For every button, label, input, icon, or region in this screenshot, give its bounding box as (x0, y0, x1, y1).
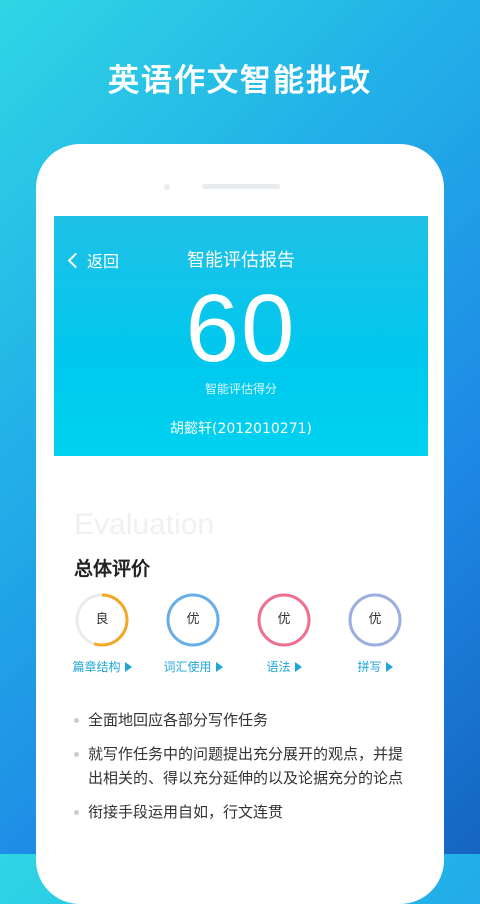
rating-label: 篇章结构 (72, 660, 121, 674)
rating-grade: 优 (186, 612, 200, 627)
bullet-item: 全面地回应各部分写作任务 (72, 708, 412, 732)
app-screen: 返回 智能评估报告 60 智能评估得分 胡懿轩(2012010271) Eval… (54, 216, 428, 856)
rating-ring: 优 (165, 592, 221, 648)
rating-link[interactable]: 拼写 (335, 658, 415, 675)
play-arrow-icon (215, 662, 223, 672)
rating-link[interactable]: 语法 (244, 658, 324, 675)
student-name: 胡懿轩(2012010271) (170, 421, 312, 437)
score-label: 智能评估得分 (204, 382, 277, 396)
rating-label: 拼写 (357, 660, 382, 674)
rating-structure[interactable]: 良 篇章结构 (62, 592, 142, 675)
rating-ring: 优 (256, 592, 312, 648)
rating-ring: 良 (74, 592, 130, 648)
report-header: 返回 智能评估报告 60 智能评估得分 胡懿轩(2012010271) (54, 216, 428, 456)
phone-speaker (202, 184, 280, 189)
rating-vocabulary[interactable]: 优 词汇使用 (153, 592, 233, 675)
camera-dot (164, 184, 170, 190)
rating-ring: 优 (347, 592, 403, 648)
play-arrow-icon (385, 662, 393, 672)
play-arrow-icon (294, 662, 302, 672)
rating-spelling[interactable]: 优 拼写 (335, 592, 415, 675)
rating-link[interactable]: 篇章结构 (62, 658, 142, 675)
bullet-text: 衔接手段运用自如，行文连贯 (88, 803, 284, 821)
bullet-text: 就写作任务中的问题提出充分展开的观点，并提出相关的、得以充分延伸的以及论据充分的… (88, 745, 404, 787)
report-title: 智能评估报告 (187, 250, 295, 271)
play-arrow-icon (124, 662, 132, 672)
rating-link[interactable]: 词汇使用 (153, 658, 233, 675)
rating-label: 词汇使用 (163, 660, 212, 674)
promo-headline: 英语作文智能批改 (108, 63, 372, 99)
rating-grade: 优 (277, 612, 291, 627)
evaluation-bullets: 全面地回应各部分写作任务 就写作任务中的问题提出充分展开的观点，并提出相关的、得… (72, 708, 412, 834)
rating-grade: 优 (368, 612, 382, 627)
rating-grammar[interactable]: 优 语法 (244, 592, 324, 675)
section-title: 总体评价 (74, 558, 151, 580)
bullet-item: 衔接手段运用自如，行文连贯 (72, 800, 412, 824)
bullet-dot-icon (74, 810, 79, 815)
rating-grade: 良 (95, 612, 109, 627)
evaluation-watermark: Evaluation (74, 508, 215, 541)
bullet-item: 就写作任务中的问题提出充分展开的观点，并提出相关的、得以充分延伸的以及论据充分的… (72, 742, 412, 790)
bullet-text: 全面地回应各部分写作任务 (88, 711, 269, 729)
bullet-dot-icon (74, 752, 79, 757)
rating-label: 语法 (266, 660, 291, 674)
score-value: 60 (185, 275, 297, 382)
bullet-dot-icon (74, 718, 79, 723)
ratings-row: 良 篇章结构 优 词汇使用 优 语法 优 拼写 (72, 592, 418, 675)
